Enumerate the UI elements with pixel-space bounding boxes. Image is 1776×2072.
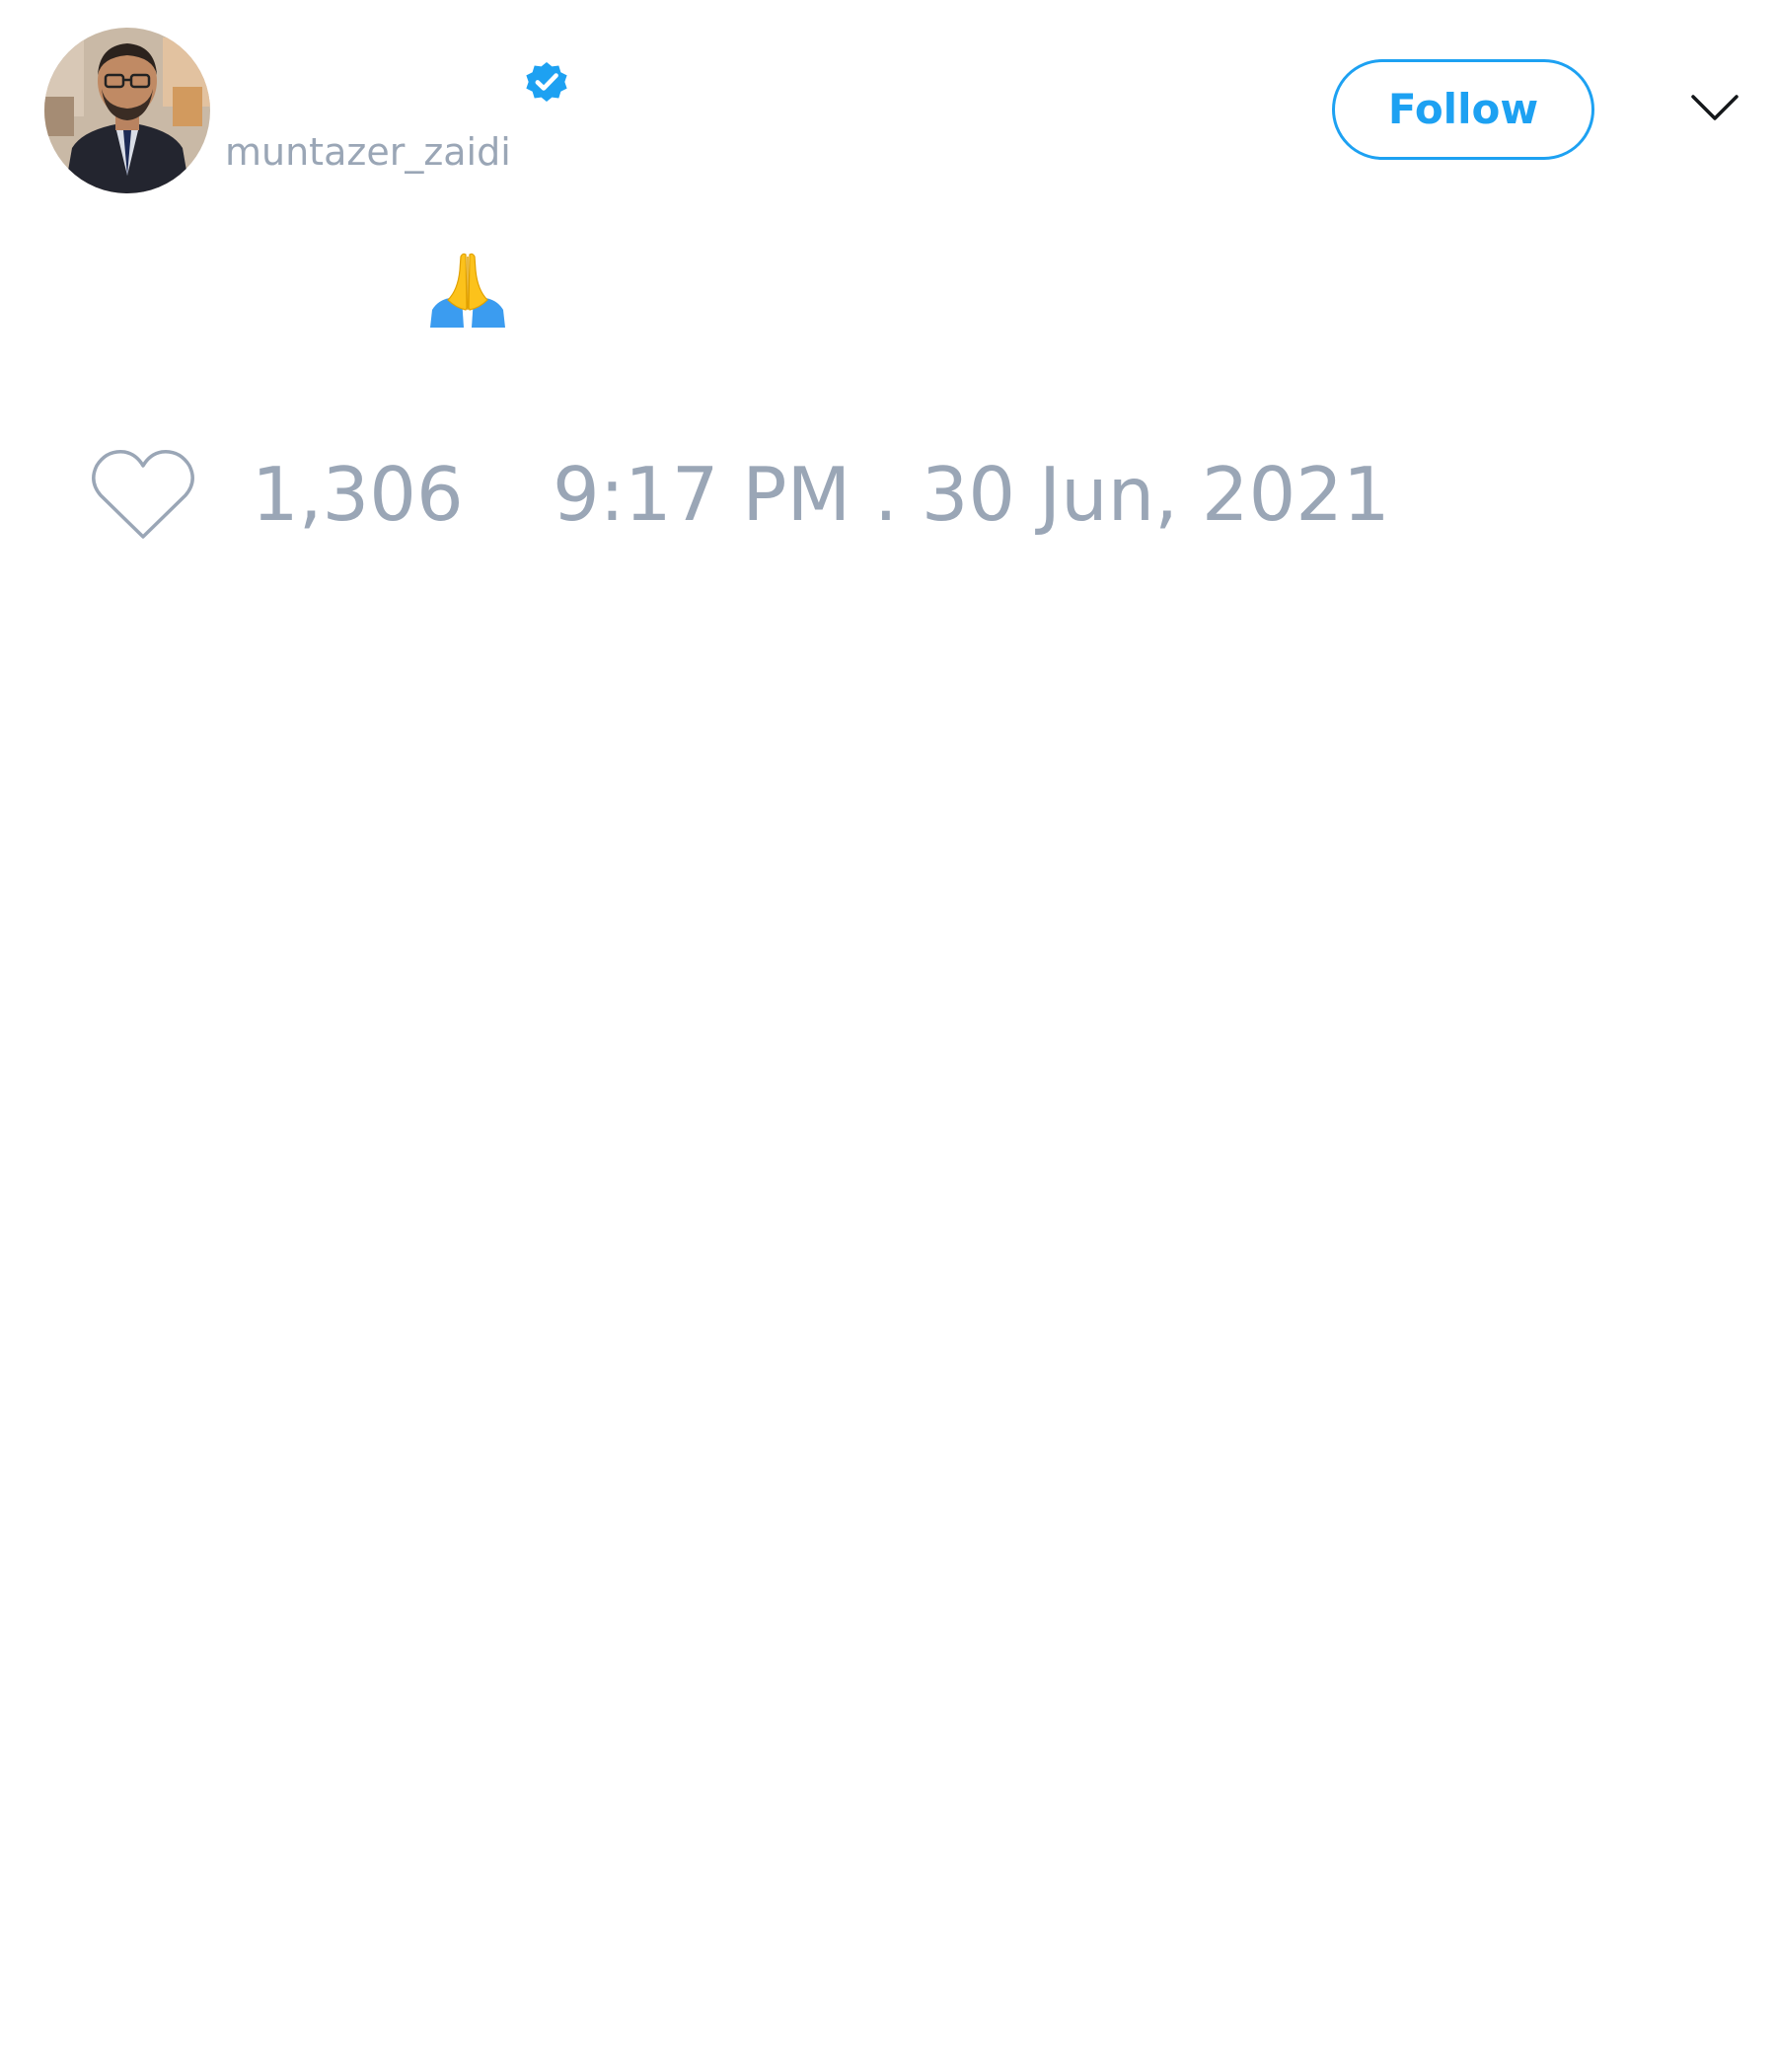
tweet-timestamp[interactable]: 9:17 PM . 30 Jun, 2021 <box>553 450 1390 539</box>
heart-outline-icon[interactable] <box>89 446 197 545</box>
follow-button[interactable]: Follow <box>1332 59 1594 160</box>
avatar[interactable] <box>44 28 210 193</box>
tweet-text <box>44 235 1722 343</box>
like-count[interactable]: 1,306 <box>252 450 464 539</box>
folded-hands-emoji-icon <box>430 253 505 328</box>
verified-badge-icon <box>526 62 567 102</box>
chevron-down-icon[interactable] <box>1689 87 1740 126</box>
avatar-photo <box>44 28 210 193</box>
username-handle[interactable]: muntazer_zaidi <box>225 126 511 178</box>
